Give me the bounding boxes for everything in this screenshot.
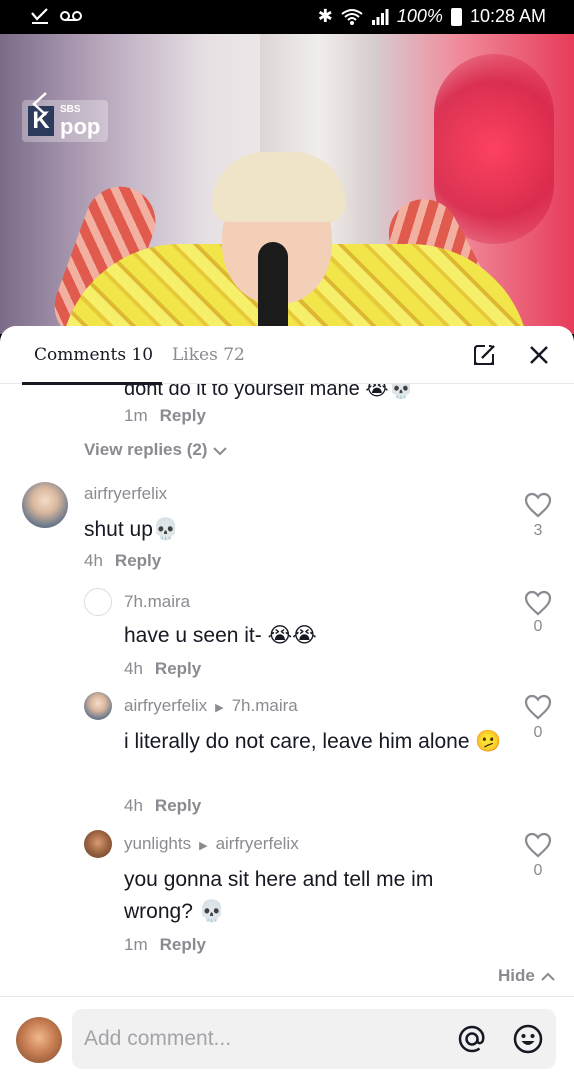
like-count: 0 — [533, 724, 543, 741]
close-icon[interactable] — [526, 342, 552, 368]
video-microphone — [258, 242, 288, 334]
username-text[interactable]: airfryerfelix — [124, 696, 207, 715]
comment-meta: 1m Reply — [124, 406, 206, 426]
edit-icon[interactable] — [472, 342, 498, 368]
view-replies-label: View replies (2) — [84, 440, 208, 459]
comment-input-bar — [0, 996, 574, 1080]
username-text[interactable]: airfryerfelix — [84, 484, 167, 503]
clock: 10:28 AM — [469, 6, 546, 26]
hide-replies-button[interactable]: Hide — [498, 966, 556, 986]
emoji-icon[interactable] — [512, 1023, 544, 1055]
reply-to-username[interactable]: 7h.maira — [232, 696, 298, 715]
comment-time: 4h — [124, 796, 143, 815]
avatar[interactable] — [84, 692, 112, 720]
comment-time: 4h — [84, 551, 103, 570]
heart-icon[interactable] — [524, 694, 552, 720]
tab-likes[interactable]: Likes 72 — [172, 345, 245, 365]
tabs-row: Comments 10 Likes 72 — [0, 326, 574, 385]
comment-username[interactable]: yunlights ▶ airfryerfelix — [124, 834, 299, 854]
reply-button[interactable]: Reply — [160, 935, 206, 954]
avatar[interactable] — [84, 830, 112, 858]
my-avatar[interactable] — [16, 1017, 62, 1063]
avatar[interactable] — [22, 482, 68, 528]
chevron-down-icon — [213, 446, 227, 455]
back-arrow-icon[interactable] — [28, 90, 56, 118]
reply-button[interactable]: Reply — [155, 796, 201, 815]
username-text[interactable]: 7h.maira — [124, 592, 190, 611]
battery-percent: 100% — [396, 6, 443, 26]
video-figure-hair — [212, 152, 346, 222]
voicemail-icon — [60, 11, 82, 21]
reply-to-username[interactable]: airfryerfelix — [216, 834, 299, 853]
comment-username[interactable]: airfryerfelix ▶ 7h.maira — [124, 696, 298, 716]
logo-big-text: pop — [60, 114, 101, 139]
comment-time: 4h — [124, 659, 143, 678]
heart-icon[interactable] — [524, 590, 552, 616]
reply-button[interactable]: Reply — [155, 659, 201, 678]
reply-button[interactable]: Reply — [160, 406, 206, 425]
like-count: 3 — [533, 522, 543, 539]
comment-text: dont do it to yourself mane 😭💀 — [124, 384, 414, 400]
view-replies-button[interactable]: View replies (2) — [84, 440, 228, 460]
heart-icon[interactable] — [524, 832, 552, 858]
reply-arrow-icon: ▶ — [199, 840, 208, 852]
username-text[interactable]: yunlights — [124, 834, 191, 853]
comment-text: you gonna sit here and tell me im wrong?… — [124, 868, 434, 923]
comment-username[interactable]: airfryerfelix — [84, 484, 167, 504]
check-notification-icon — [31, 8, 48, 24]
status-bar: ✱ 100% 10:28 AM — [0, 0, 574, 34]
avatar[interactable] — [84, 588, 112, 616]
bluetooth-icon: ✱ — [317, 6, 333, 26]
comments-list[interactable]: dont do it to yourself mane 😭💀 1m Reply V… — [0, 384, 574, 996]
system-status: ✱ 100% 10:28 AM — [318, 6, 546, 27]
comment-text: have u seen it- 😭😭 — [124, 624, 317, 647]
battery-icon — [450, 7, 462, 26]
reply-button[interactable]: Reply — [115, 551, 161, 570]
comment-time: 1m — [124, 935, 148, 954]
comment-text: shut up💀 — [84, 518, 180, 541]
notification-icons — [30, 7, 82, 25]
wifi-icon — [341, 8, 363, 25]
like-count: 0 — [533, 862, 543, 879]
comment-text: i literally do not care, leave him alone… — [124, 730, 502, 753]
reply-arrow-icon: ▶ — [215, 702, 224, 714]
comment-time: 1m — [124, 406, 148, 425]
comment-meta: 4h Reply — [84, 551, 161, 571]
chevron-up-icon — [540, 972, 555, 981]
comments-sheet: Comments 10 Likes 72 dont do it to yours… — [0, 326, 574, 1080]
comment-meta: 4h Reply — [124, 659, 201, 679]
like-count: 0 — [533, 618, 543, 635]
comment-meta: 1m Reply — [124, 935, 206, 955]
hide-label: Hide — [498, 966, 535, 985]
mention-at-icon[interactable] — [456, 1023, 488, 1055]
add-comment-input[interactable] — [84, 1009, 444, 1069]
video-player[interactable]: K SBS pop — [0, 34, 574, 334]
heart-icon[interactable] — [524, 492, 552, 518]
signal-icon — [371, 8, 389, 25]
comment-meta: 4h Reply — [124, 796, 201, 816]
tab-comments[interactable]: Comments 10 — [34, 345, 153, 365]
comment-username[interactable]: 7h.maira — [124, 592, 190, 612]
comment-input-box[interactable] — [72, 1009, 556, 1069]
